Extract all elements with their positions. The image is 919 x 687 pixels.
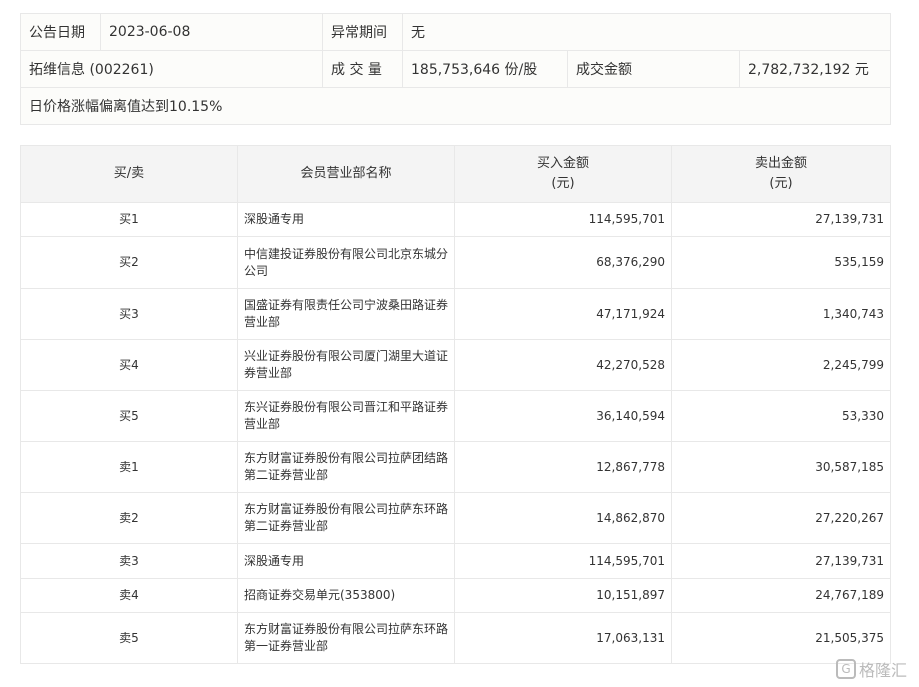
broker-cell: 深股通专用 (237, 202, 455, 237)
watermark-logo: G 格隆汇 (835, 657, 907, 681)
broker-table: 买/卖 会员营业部名称 买入金额 (元) 卖出金额 (元) 买1 深股通专用 114,59… (20, 145, 891, 664)
sell-amount-cell: 535,159 (671, 236, 891, 289)
column-header: 会员营业部名称 (237, 145, 455, 203)
broker-cell: 东方财富证券股份有限公司拉萨团结路第二证券营业部 (237, 441, 455, 493)
table-row: 买2 中信建投证券股份有限公司北京东城分公司 68,376,290 535,159 (20, 236, 891, 289)
buy-amount-cell: 68,376,290 (454, 236, 672, 289)
broker-cell: 国盛证券有限责任公司宁波桑田路证券营业部 (237, 288, 455, 340)
table-row: 卖2 东方财富证券股份有限公司拉萨东环路第二证券营业部 14,862,870 27,2… (20, 492, 891, 544)
buy-amount-cell: 36,140,594 (454, 390, 672, 442)
buy-amount-cell: 114,595,701 (454, 202, 672, 237)
volume-value: 185,753,646 份/股 (402, 50, 568, 88)
broker-cell: 东方财富证券股份有限公司拉萨东环路第二证券营业部 (237, 492, 455, 544)
sell-amount-cell: 1,340,743 (671, 288, 891, 340)
buy-amount-cell: 114,595,701 (454, 543, 672, 579)
column-header: 买入金额 (元) (454, 145, 672, 203)
table-row: 买5 东兴证券股份有限公司晋江和平路证券营业部 36,140,594 53,330 (20, 390, 891, 442)
side-cell: 买2 (20, 236, 238, 289)
period-value: 无 (401, 13, 892, 51)
side-cell: 买3 (20, 288, 238, 340)
reason: 日价格涨幅偏离值达到10.15% (19, 87, 892, 125)
sell-amount-cell: 21,505,375 (671, 612, 891, 664)
side-cell: 卖4 (20, 578, 238, 613)
table-row: 买1 深股通专用 114,595,701 27,139,731 (20, 202, 891, 237)
broker-cell: 东方财富证券股份有限公司拉萨东环路第一证券营业部 (237, 612, 455, 664)
sell-amount-cell: 2,245,799 (671, 339, 891, 391)
volume-label: 成 交 量 (322, 50, 403, 88)
column-header: 买/卖 (20, 145, 238, 203)
side-cell: 买5 (20, 390, 238, 442)
amount-label: 成交金额 (567, 50, 740, 88)
sell-amount-cell: 30,587,185 (671, 441, 891, 493)
sell-amount-cell: 27,220,267 (671, 492, 891, 544)
buy-amount-cell: 12,867,778 (454, 441, 672, 493)
broker-cell: 中信建投证券股份有限公司北京东城分公司 (237, 236, 455, 289)
buy-amount-cell: 17,063,131 (454, 612, 672, 664)
broker-cell: 兴业证券股份有限公司厦门湖里大道证券营业部 (237, 339, 455, 391)
sell-amount-cell: 24,767,189 (671, 578, 891, 613)
sell-amount-cell: 27,139,731 (671, 543, 891, 579)
buy-amount-cell: 42,270,528 (454, 339, 672, 391)
table-row: 买3 国盛证券有限责任公司宁波桑田路证券营业部 47,171,924 1,340,74… (20, 288, 891, 340)
side-cell: 买4 (20, 339, 238, 391)
broker-cell: 深股通专用 (237, 543, 455, 579)
buy-amount-cell: 47,171,924 (454, 288, 672, 340)
table-row: 卖4 招商证券交易单元(353800) 10,151,897 24,767,189 (20, 578, 891, 613)
side-cell: 卖5 (20, 612, 238, 664)
period-label: 异常期间 (322, 13, 403, 51)
broker-cell: 东兴证券股份有限公司晋江和平路证券营业部 (237, 390, 455, 442)
sell-amount-cell: 27,139,731 (671, 202, 891, 237)
table-row: 卖5 东方财富证券股份有限公司拉萨东环路第一证券营业部 17,063,131 21,5… (20, 612, 891, 664)
logo-icon: G (835, 659, 856, 679)
table-row: 卖3 深股通专用 114,595,701 27,139,731 (20, 543, 891, 579)
table-row: 买4 兴业证券股份有限公司厦门湖里大道证券营业部 42,270,528 2,245,7… (20, 339, 891, 391)
stock-name: 拓维信息 (002261) (20, 50, 323, 88)
stock-info-table: 公告日期 2023-06-08 异常期间无 拓维信息 (002261) 成 交 量 18… (19, 13, 892, 125)
column-header: 卖出金额 (元) (671, 145, 891, 203)
side-cell: 卖3 (20, 543, 238, 579)
table-row: 卖1 东方财富证券股份有限公司拉萨团结路第二证券营业部 12,867,778 30,5… (20, 441, 891, 493)
sell-amount-cell: 53,330 (671, 390, 891, 442)
side-cell: 卖2 (20, 492, 238, 544)
side-cell: 买1 (20, 202, 238, 237)
broker-cell: 招商证券交易单元(353800) (237, 578, 455, 613)
buy-amount-cell: 14,862,870 (454, 492, 672, 544)
date-label: 公告日期 (20, 13, 101, 51)
side-cell: 卖1 (20, 441, 238, 493)
amount-value: 2,782,732,192 元 (738, 50, 892, 88)
buy-amount-cell: 10,151,897 (454, 578, 672, 613)
date-value: 2023-06-08 (100, 13, 323, 51)
